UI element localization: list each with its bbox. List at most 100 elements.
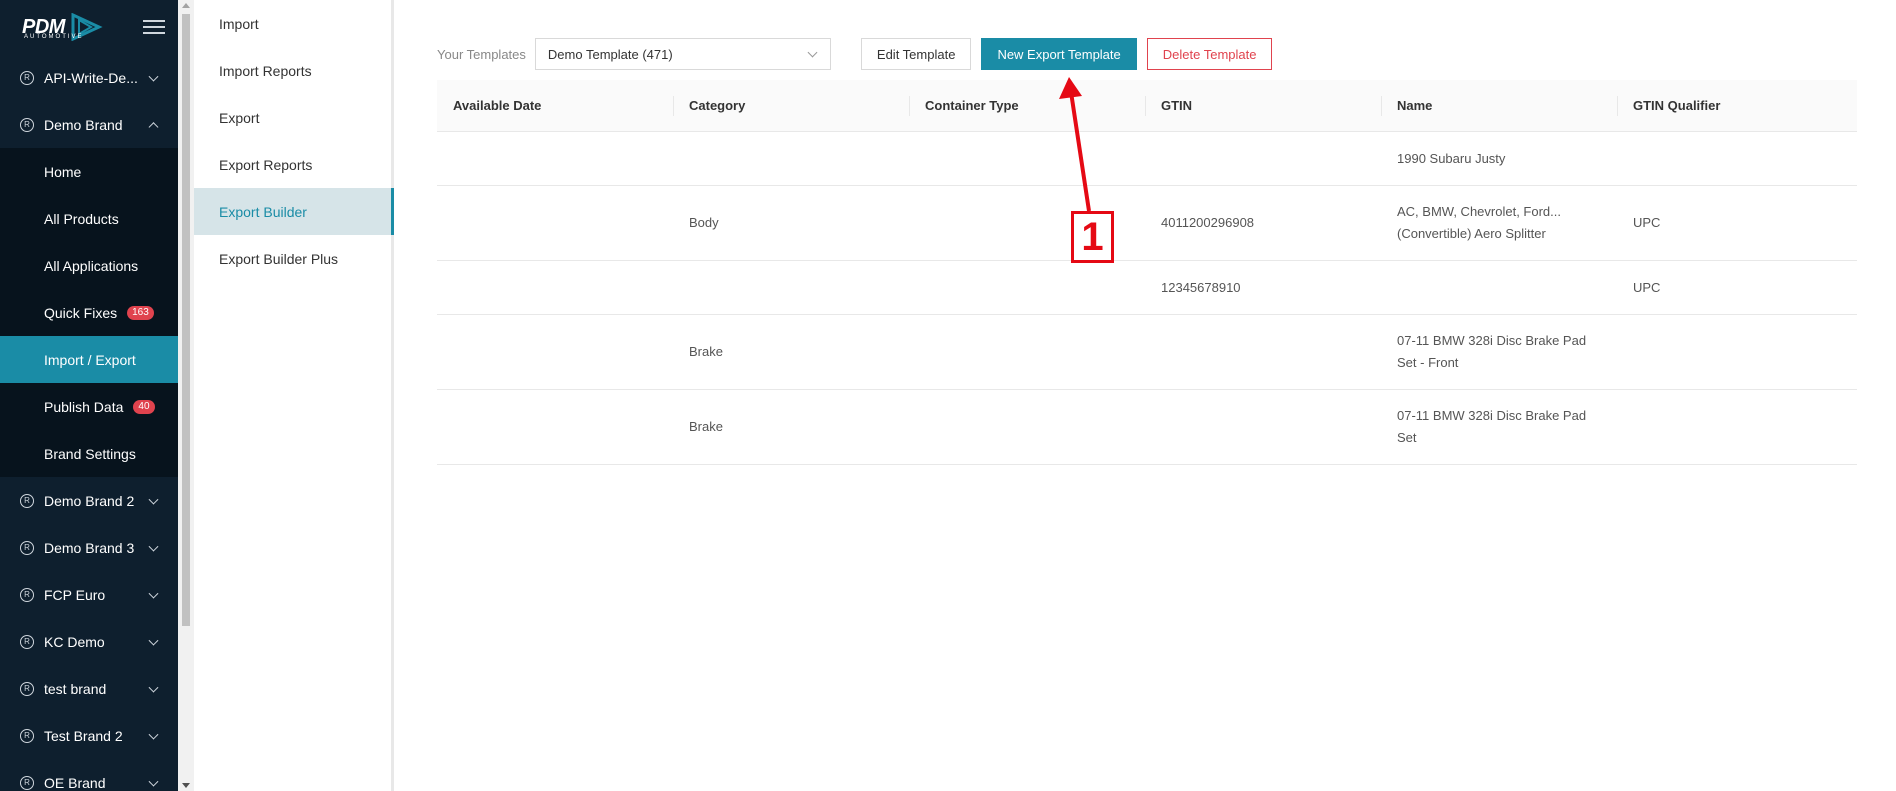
subnav-item[interactable]: Export Reports [194, 141, 391, 188]
sidebar-brand-item[interactable]: R OE Brand [0, 759, 178, 791]
chevron-down-icon [148, 541, 159, 552]
sidebar-submenu-item[interactable]: All Products [0, 195, 178, 242]
chevron-down-icon [148, 588, 159, 599]
new-export-template-button[interactable]: New Export Template [981, 38, 1137, 70]
table-row[interactable]: Brake 07-11 BMW 328i Disc Brake Pad Set [437, 390, 1857, 465]
table-row[interactable]: Brake 07-11 BMW 328i Disc Brake Pad Set -… [437, 315, 1857, 390]
sidebar-submenu-item[interactable]: Import / Export [0, 336, 178, 383]
table-cell [1617, 315, 1853, 389]
table-cell: Brake [689, 419, 723, 434]
table-cell: 1990 Subaru Justy [1397, 150, 1506, 166]
registered-icon: R [20, 540, 34, 555]
menu-toggle-icon[interactable] [143, 20, 165, 38]
sidebar-brand-label: Demo Brand 3 [44, 539, 135, 556]
edit-template-button[interactable]: Edit Template [860, 38, 972, 70]
scroll-up-icon[interactable] [182, 3, 190, 8]
column-header[interactable]: Available Date [437, 80, 673, 131]
table-cell: UPC [1633, 215, 1661, 230]
chevron-down-icon [148, 729, 159, 740]
sidebar-scrollbar[interactable] [178, 0, 194, 791]
main-content: Your Templates Demo Template (471) Edit … [397, 0, 1896, 791]
chevron-down-icon [807, 47, 818, 58]
templates-label: Your Templates [437, 46, 526, 62]
table-row[interactable]: 1990 Subaru Justy [437, 132, 1857, 186]
table-cell: UPC [1633, 279, 1661, 295]
table-cell: Brake [689, 344, 723, 359]
table-cell [673, 132, 909, 185]
sidebar-submenu-item[interactable]: All Applications [0, 242, 178, 289]
sidebar-submenu-label: Home [44, 163, 82, 180]
sidebar-brand-item[interactable]: Rtest brand [0, 665, 178, 712]
logo-bar: PDM AUTOMOTIVE [0, 0, 178, 54]
sidebar-brand-item[interactable]: R Demo Brand 3 [0, 524, 178, 571]
sidebar-brand-item[interactable]: R API-Write-De... [0, 54, 178, 101]
import-export-nav: Import Import Reports Export Export Reports… [194, 0, 394, 791]
subnav-item[interactable]: Import [194, 0, 391, 47]
sidebar-brand-item[interactable]: R FCP Euro [0, 571, 178, 618]
table-cell: AC, BMW, Chevrolet, Ford... (Convertible… [1397, 204, 1561, 241]
table-row[interactable]: 12345678910 UPC [437, 261, 1857, 315]
sidebar-submenu-label: Publish Data [44, 398, 124, 415]
subnav-item[interactable]: Export Builder [194, 188, 394, 235]
sidebar-brand-item[interactable]: R Demo Brand 2 [0, 477, 178, 524]
table-cell [1145, 315, 1381, 389]
sidebar-submenu-label: Quick Fixes [44, 304, 118, 321]
registered-icon: R [20, 681, 34, 696]
table-cell [909, 261, 1145, 314]
annotation-number: 1 [1071, 211, 1114, 263]
sidebar-brand-label: test brand [44, 680, 107, 697]
scroll-down-icon[interactable] [182, 783, 190, 788]
subnav-item[interactable]: Import Reports [194, 47, 391, 94]
table-cell [909, 390, 1145, 464]
sidebar-submenu-label: Import / Export [44, 351, 136, 368]
template-select[interactable]: Demo Template (471) [534, 38, 831, 70]
chevron-up-icon [148, 121, 159, 132]
logo-subtitle: AUTOMOTIVE [24, 34, 84, 40]
template-toolbar: Your Templates Demo Template (471) Edit … [437, 38, 1273, 70]
column-header[interactable]: GTIN [1145, 80, 1381, 131]
sidebar-submenu-item[interactable]: Quick Fixes 163 [0, 289, 178, 336]
sidebar-brand-label: FCP Euro [44, 586, 106, 603]
table-header: Available Date Category Container Type GTIN… [437, 80, 1857, 132]
sidebar-brand-item[interactable]: R Demo Brand [0, 101, 178, 148]
chevron-down-icon [148, 776, 159, 787]
count-badge: 40 [133, 399, 155, 414]
chevron-down-icon [148, 682, 159, 693]
column-header[interactable]: Name [1381, 80, 1617, 131]
table-cell [437, 315, 673, 389]
sidebar-submenu-item[interactable]: Brand Settings [0, 430, 178, 477]
registered-icon: R [20, 493, 34, 508]
table-cell [673, 261, 909, 314]
column-header[interactable]: Category [673, 80, 909, 131]
delete-template-button[interactable]: Delete Template [1146, 38, 1273, 70]
sidebar-brand-label: API-Write-De... [44, 69, 138, 86]
chevron-down-icon [148, 71, 159, 82]
registered-icon: R [20, 70, 34, 85]
table-cell [437, 186, 673, 260]
table-cell [1617, 132, 1853, 185]
table-cell [909, 315, 1145, 389]
sidebar-brand-label: Demo Brand 2 [44, 492, 135, 509]
registered-icon: R [20, 775, 34, 790]
column-header[interactable]: Container Type [909, 80, 1145, 131]
sidebar-brand-item[interactable]: R Test Brand 2 [0, 712, 178, 759]
subnav-item[interactable]: Export [194, 94, 391, 141]
registered-icon: R [20, 728, 34, 743]
registered-icon: R [20, 634, 34, 649]
brand-list: R API-Write-De... R Demo Brand Home All Produ… [0, 54, 178, 791]
subnav-item[interactable]: Export Builder Plus [194, 235, 391, 282]
sidebar-submenu-item[interactable]: Publish Data 40 [0, 383, 178, 430]
export-preview-table: Available Date Category Container Type GTIN… [437, 80, 1857, 465]
scroll-thumb[interactable] [182, 14, 190, 626]
column-header[interactable]: GTIN Qualifier [1617, 80, 1853, 131]
sidebar-brand-label: Test Brand 2 [44, 727, 123, 744]
sidebar-brand-label: Demo Brand [44, 116, 123, 133]
sidebar-brand-label: KC Demo [44, 633, 105, 650]
sidebar-submenu-item[interactable]: Home [0, 148, 178, 195]
table-row[interactable]: Body 4011200296908 AC, BMW, Chevrolet, For… [437, 186, 1857, 261]
table-cell: 12345678910 [1161, 279, 1241, 295]
sidebar-brand-item[interactable]: R KC Demo [0, 618, 178, 665]
registered-icon: R [20, 117, 34, 132]
brand-submenu: Home All Products All Applications Quick Fi… [0, 148, 178, 477]
sidebar-brand-label: OE Brand [44, 774, 106, 791]
